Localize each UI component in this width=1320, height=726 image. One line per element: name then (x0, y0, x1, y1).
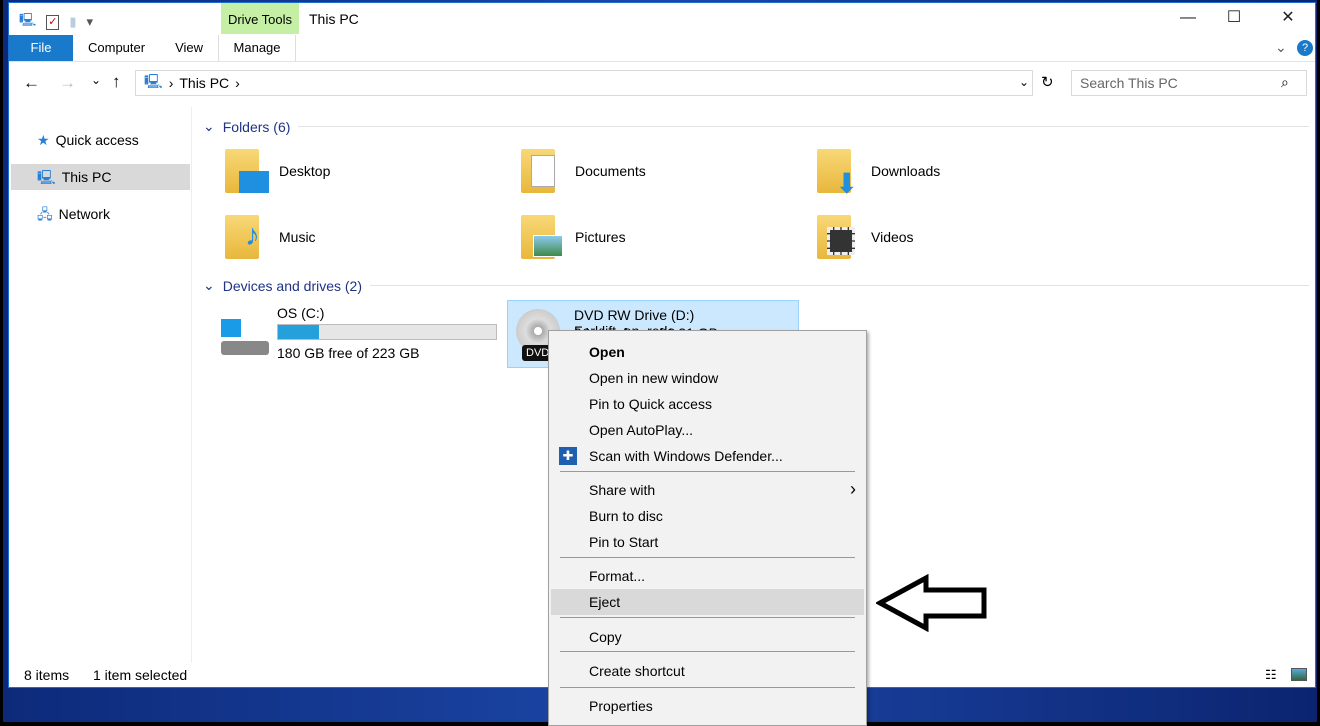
menu-separator (560, 471, 855, 472)
sidebar-item-label: This PC (61, 169, 112, 185)
computer-icon[interactable]: 🖳 (19, 11, 36, 33)
drive-name: OS (C:) (277, 305, 325, 321)
divider (9, 61, 1315, 62)
quick-access-toolbar: 🖳 ✓ ▮ ▾ (19, 11, 93, 33)
sidebar-item-label: Network (58, 206, 110, 222)
folder-name: Videos (871, 229, 914, 245)
group-title: Folders (6) (222, 118, 291, 135)
folder-icon: ⬇ (817, 149, 858, 199)
drive-tools-context-tab: Drive Tools (221, 3, 299, 34)
up-icon[interactable]: ↑ (112, 72, 121, 92)
drive-c[interactable]: OS (C:) 180 GB free of 223 GB (215, 303, 501, 365)
computer-icon: 🖳 (37, 169, 56, 185)
ribbon-tabs: File Computer View Manage (9, 35, 297, 61)
folder-icon (817, 215, 855, 259)
folder-desktop[interactable]: Desktop (225, 149, 330, 197)
tab-computer[interactable]: Computer (73, 35, 160, 61)
folder-icon: ♪ (225, 215, 260, 259)
folder-name: Music (279, 229, 316, 245)
computer-icon: 🖳 (144, 73, 163, 89)
help-icon[interactable]: ? (1297, 40, 1313, 56)
menu-separator (560, 617, 855, 618)
forward-icon[interactable]: → (59, 73, 76, 93)
tab-file[interactable]: File (9, 35, 73, 61)
navigation-bar: ← → ⌄ ↑ 🖳 › This PC › ⌄ ↻ Search This PC… (9, 67, 1315, 101)
breadcrumb-this-pc[interactable]: This PC (179, 75, 229, 91)
details-view-icon[interactable]: ☷ (1265, 663, 1277, 687)
menu-item-pin-to-quick-access[interactable]: Pin to Quick access (551, 391, 864, 417)
menu-item-eject[interactable]: Eject (551, 589, 864, 615)
drive-usage-bar (277, 324, 497, 340)
item-count: 8 items (24, 667, 70, 683)
chevron-down-icon: ⌄ (203, 118, 215, 134)
folder-name: Downloads (871, 163, 941, 179)
hard-drive-icon (221, 319, 269, 357)
tab-manage[interactable]: Manage (218, 35, 297, 61)
folder-icon (521, 215, 563, 259)
drive-free-space: 180 GB free of 223 GB (277, 345, 420, 361)
folder-name: Documents (575, 163, 646, 179)
sidebar-item-label: Quick access (55, 132, 139, 148)
recent-dropdown-icon[interactable]: ⌄ (91, 73, 101, 87)
large-icons-view-icon[interactable] (1291, 668, 1307, 681)
folder-downloads[interactable]: ⬇ Downloads (817, 149, 940, 199)
address-dropdown-icon[interactable]: ⌄ (1019, 75, 1029, 89)
properties-icon[interactable]: ✓ (46, 14, 60, 30)
menu-item-pin-to-start[interactable]: Pin to Start (551, 529, 864, 555)
folder-icon (521, 149, 555, 193)
window-title: This PC (309, 11, 359, 27)
customize-dropdown-icon[interactable]: ▾ (87, 14, 94, 30)
menu-item-copy[interactable]: Copy (551, 624, 864, 650)
context-menu: Open Open in new window Pin to Quick acces… (548, 330, 867, 726)
star-icon: ★ (37, 132, 50, 148)
group-title: Devices and drives (2) (222, 277, 363, 294)
menu-item-properties[interactable]: Properties (551, 693, 864, 719)
folder-icon (225, 149, 269, 193)
menu-item-create-shortcut[interactable]: Create shortcut (551, 658, 864, 684)
menu-item-burn-to-disc[interactable]: Burn to disc (551, 503, 864, 529)
navigation-pane: ★ Quick access 🖳 This PC 🖧 Network (9, 107, 192, 663)
sidebar-item-quick-access[interactable]: ★ Quick access (11, 127, 190, 153)
breadcrumb-chevron-icon[interactable]: › (169, 75, 174, 91)
tab-view[interactable]: View (160, 35, 218, 61)
selection-count: 1 item selected (93, 667, 188, 683)
minimize-button[interactable]: — (1165, 3, 1211, 33)
chevron-down-icon: ⌄ (203, 277, 215, 293)
address-bar[interactable]: 🖳 › This PC › (135, 70, 1033, 96)
menu-item-open-autoplay[interactable]: Open AutoPlay... (551, 417, 864, 443)
folder-name: Desktop (279, 163, 331, 179)
sidebar-item-network[interactable]: 🖧 Network (11, 201, 190, 227)
network-icon: 🖧 (37, 206, 53, 222)
refresh-icon[interactable]: ↻ (1041, 73, 1054, 91)
close-button[interactable]: ✕ (1265, 3, 1311, 33)
submenu-chevron-icon: › (850, 479, 856, 499)
folder-pictures[interactable]: Pictures (521, 215, 626, 263)
menu-separator (560, 557, 855, 558)
annotation-arrow-icon (876, 574, 987, 632)
maximize-button[interactable]: ☐ (1211, 3, 1257, 33)
sidebar-item-this-pc[interactable]: 🖳 This PC (11, 164, 190, 190)
drives-group-header[interactable]: ⌄ Devices and drives (2) (203, 277, 1309, 294)
windows-defender-icon: ✚ (559, 447, 577, 465)
menu-item-open-in-new-window[interactable]: Open in new window (551, 365, 864, 391)
menu-item-open[interactable]: Open (551, 339, 864, 365)
folders-group-header[interactable]: ⌄ Folders (6) (203, 118, 1309, 135)
folder-music[interactable]: ♪ Music (225, 215, 316, 263)
breadcrumb-chevron-icon[interactable]: › (235, 75, 240, 91)
new-folder-icon[interactable]: ▮ (69, 14, 76, 30)
expand-ribbon-icon[interactable]: ⌄ (1275, 39, 1287, 56)
folder-videos[interactable]: Videos (817, 215, 914, 263)
folder-name: Pictures (575, 229, 626, 245)
menu-item-share-with[interactable]: Share with (551, 477, 864, 503)
menu-separator (560, 687, 855, 688)
back-icon[interactable]: ← (23, 73, 40, 93)
menu-item-scan-with-windows-defender[interactable]: Scan with Windows Defender... (551, 443, 864, 469)
search-input[interactable]: Search This PC (1071, 70, 1307, 96)
folder-documents[interactable]: Documents (521, 149, 646, 197)
menu-item-format[interactable]: Format... (551, 563, 864, 589)
search-icon: ⌕ (1281, 74, 1289, 90)
menu-separator (560, 651, 855, 652)
